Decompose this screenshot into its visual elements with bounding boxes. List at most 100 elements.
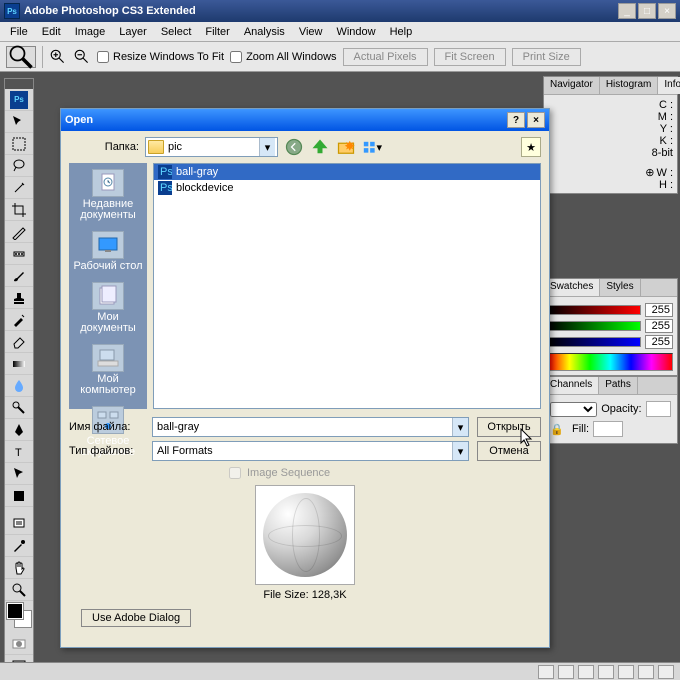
pen-tool[interactable] bbox=[5, 419, 33, 441]
tab-navigator[interactable]: Navigator bbox=[544, 77, 600, 94]
blend-mode-select[interactable] bbox=[550, 402, 597, 417]
shape-tool[interactable] bbox=[5, 485, 33, 507]
file-list[interactable]: Ps ball-gray Ps blockdevice bbox=[153, 163, 541, 409]
open-dialog: Open ? × Папка: pic ▾ ▾ ★ Недавние докум… bbox=[60, 108, 550, 648]
place-mycomputer[interactable]: Мой компьютер bbox=[71, 344, 145, 396]
color-swatches[interactable] bbox=[5, 601, 33, 633]
status-icon[interactable] bbox=[598, 665, 614, 679]
g-value[interactable]: 255 bbox=[645, 319, 673, 333]
menu-filter[interactable]: Filter bbox=[199, 24, 235, 40]
dodge-tool[interactable] bbox=[5, 397, 33, 419]
tab-paths[interactable]: Paths bbox=[599, 377, 638, 394]
tab-swatches[interactable]: Swatches bbox=[544, 279, 600, 296]
status-icon[interactable] bbox=[578, 665, 594, 679]
eraser-tool[interactable] bbox=[5, 331, 33, 353]
tab-styles[interactable]: Styles bbox=[600, 279, 640, 296]
zoom-tool[interactable] bbox=[5, 579, 33, 601]
color-ramp[interactable] bbox=[548, 353, 673, 371]
menu-file[interactable]: File bbox=[4, 24, 34, 40]
print-size-button[interactable]: Print Size bbox=[512, 48, 581, 66]
tab-info[interactable]: Info bbox=[658, 77, 680, 94]
svg-text:Ps: Ps bbox=[160, 182, 172, 194]
file-item-selected[interactable]: Ps ball-gray bbox=[154, 164, 540, 180]
file-item[interactable]: Ps blockdevice bbox=[154, 180, 540, 196]
menu-edit[interactable]: Edit bbox=[36, 24, 67, 40]
status-icon[interactable] bbox=[618, 665, 634, 679]
foreground-color-swatch[interactable] bbox=[7, 603, 23, 619]
filetype-combo[interactable]: All Formats ▾ bbox=[152, 441, 469, 461]
wand-tool[interactable] bbox=[5, 177, 33, 199]
ps-logo-button[interactable]: Ps bbox=[5, 89, 33, 111]
menu-help[interactable]: Help bbox=[384, 24, 419, 40]
menu-select[interactable]: Select bbox=[155, 24, 198, 40]
marquee-tool[interactable] bbox=[5, 133, 33, 155]
crop-tool[interactable] bbox=[5, 199, 33, 221]
tab-channels[interactable]: Channels bbox=[544, 377, 599, 394]
dialog-close-button[interactable]: × bbox=[527, 112, 545, 128]
open-button[interactable]: Открыть bbox=[477, 417, 541, 437]
move-tool[interactable] bbox=[5, 111, 33, 133]
place-mydocs[interactable]: Мои документы bbox=[71, 282, 145, 334]
status-icon[interactable] bbox=[538, 665, 554, 679]
slice-tool[interactable] bbox=[5, 221, 33, 243]
menu-image[interactable]: Image bbox=[69, 24, 112, 40]
folder-combo[interactable]: pic ▾ bbox=[145, 137, 278, 157]
zoom-in-icon[interactable] bbox=[49, 48, 67, 66]
tab-histogram[interactable]: Histogram bbox=[600, 77, 659, 94]
zoom-out-icon[interactable] bbox=[73, 48, 91, 66]
menu-layer[interactable]: Layer bbox=[113, 24, 153, 40]
trash-icon[interactable] bbox=[658, 665, 674, 679]
zoom-all-checkbox[interactable]: Zoom All Windows bbox=[230, 51, 336, 63]
filesize-label: File Size: 128,3K bbox=[69, 589, 541, 601]
place-recent[interactable]: Недавние документы bbox=[71, 169, 145, 221]
options-bar: Resize Windows To Fit Zoom All Windows A… bbox=[0, 42, 680, 72]
eyedropper-tool[interactable] bbox=[5, 535, 33, 557]
new-folder-icon[interactable] bbox=[336, 137, 356, 157]
close-button[interactable]: × bbox=[658, 3, 676, 19]
back-icon[interactable] bbox=[284, 137, 304, 157]
status-icon[interactable] bbox=[638, 665, 654, 679]
blur-tool[interactable] bbox=[5, 375, 33, 397]
r-value[interactable]: 255 bbox=[645, 303, 673, 317]
lasso-tool[interactable] bbox=[5, 155, 33, 177]
minimize-button[interactable]: _ bbox=[618, 3, 636, 19]
dialog-help-button[interactable]: ? bbox=[507, 112, 525, 128]
type-tool[interactable]: T bbox=[5, 441, 33, 463]
notes-tool[interactable] bbox=[5, 513, 33, 535]
place-desktop[interactable]: Рабочий стол bbox=[73, 231, 142, 272]
status-bar bbox=[0, 662, 680, 680]
menu-window[interactable]: Window bbox=[330, 24, 381, 40]
gradient-tool[interactable] bbox=[5, 353, 33, 375]
current-tool-icon[interactable] bbox=[6, 46, 36, 68]
b-value[interactable]: 255 bbox=[645, 335, 673, 349]
use-adobe-dialog-button[interactable]: Use Adobe Dialog bbox=[81, 609, 191, 627]
path-select-tool[interactable] bbox=[5, 463, 33, 485]
quick-mask-toggle[interactable] bbox=[5, 633, 33, 655]
fit-screen-button[interactable]: Fit Screen bbox=[434, 48, 506, 66]
chevron-down-icon[interactable]: ▾ bbox=[452, 418, 468, 436]
chevron-down-icon[interactable]: ▾ bbox=[452, 442, 468, 460]
dialog-title-text: Open bbox=[65, 114, 93, 126]
layers-panel-body: Opacity: 🔒 Fill: bbox=[544, 395, 677, 443]
chevron-down-icon[interactable]: ▾ bbox=[259, 138, 275, 156]
menu-view[interactable]: View bbox=[293, 24, 329, 40]
favorite-icon[interactable]: ★ bbox=[521, 137, 541, 157]
menu-analysis[interactable]: Analysis bbox=[238, 24, 291, 40]
stamp-tool[interactable] bbox=[5, 287, 33, 309]
maximize-button[interactable]: □ bbox=[638, 3, 656, 19]
status-icon[interactable] bbox=[558, 665, 574, 679]
heal-tool[interactable] bbox=[5, 243, 33, 265]
actual-pixels-button[interactable]: Actual Pixels bbox=[343, 48, 428, 66]
fill-field[interactable] bbox=[593, 421, 623, 437]
info-panel-body: C : M : Y : K : 8-bit ⊕W : H : bbox=[544, 95, 677, 195]
cancel-button[interactable]: Отмена bbox=[477, 441, 541, 461]
resize-windows-checkbox[interactable]: Resize Windows To Fit bbox=[97, 51, 224, 63]
up-icon[interactable] bbox=[310, 137, 330, 157]
opacity-field[interactable] bbox=[646, 401, 671, 417]
brush-tool[interactable] bbox=[5, 265, 33, 287]
view-menu-icon[interactable]: ▾ bbox=[362, 137, 382, 157]
history-brush-tool[interactable] bbox=[5, 309, 33, 331]
folder-label: Папка: bbox=[69, 141, 139, 153]
hand-tool[interactable] bbox=[5, 557, 33, 579]
filename-input[interactable]: ▾ bbox=[152, 417, 469, 437]
